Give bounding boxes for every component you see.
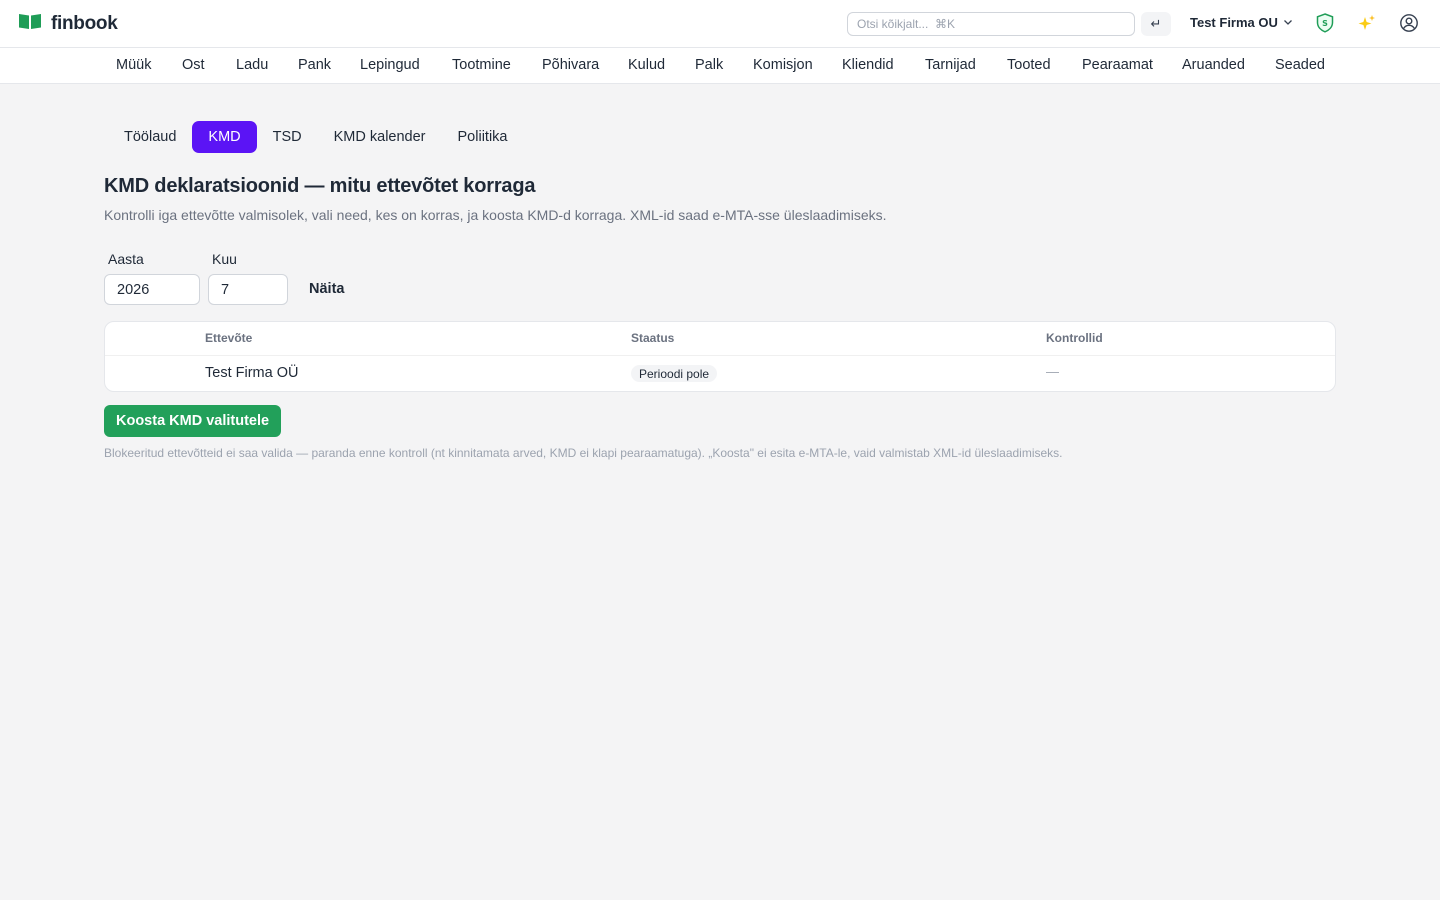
- company-switcher[interactable]: Test Firma OU: [1190, 15, 1293, 30]
- nav-item-kliendid[interactable]: Kliendid: [842, 57, 894, 73]
- nav-item-pearaamat[interactable]: Pearaamat: [1082, 57, 1153, 73]
- enter-key-icon: ↵: [1150, 16, 1162, 32]
- status-badge: Perioodi pole: [631, 365, 718, 382]
- top-bar: finbook ↵ Test Firma OU S: [0, 0, 1440, 48]
- nav-item-ladu[interactable]: Ladu: [236, 57, 268, 73]
- app-name: finbook: [51, 12, 118, 34]
- nav-item-kulud[interactable]: Kulud: [628, 57, 665, 73]
- chevron-down-icon: [1283, 15, 1293, 30]
- search-area: ↵: [847, 12, 1171, 36]
- show-button[interactable]: Näita: [302, 278, 351, 300]
- nav-item-pank[interactable]: Pank: [298, 57, 331, 73]
- year-label: Aasta: [108, 251, 144, 267]
- user-circle-icon[interactable]: [1398, 12, 1420, 34]
- app-logo[interactable]: finbook: [18, 12, 118, 35]
- compose-kmd-button[interactable]: Koosta KMD valitutele: [104, 405, 282, 437]
- column-header-company: Ettevõte: [205, 331, 253, 345]
- nav-item-palk[interactable]: Palk: [695, 57, 723, 73]
- company-name: Test Firma OU: [1190, 15, 1278, 30]
- year-input[interactable]: [104, 274, 200, 305]
- nav-item-tooted[interactable]: Tooted: [1007, 57, 1051, 73]
- page-subtitle: Kontrolli iga ettevõtte valmisolek, vali…: [104, 207, 887, 223]
- tab-toolaud[interactable]: Töölaud: [108, 121, 192, 153]
- tab-kmd-kalender[interactable]: KMD kalender: [318, 121, 442, 153]
- sparkles-icon[interactable]: [1356, 12, 1378, 34]
- companies-table: Ettevõte Staatus Kontrollid Test Firma O…: [104, 321, 1336, 392]
- nav-item-seaded[interactable]: Seaded: [1275, 57, 1325, 73]
- help-note: Blokeeritud ettevõtteid ei saa valida — …: [104, 446, 1063, 460]
- nav-item-tootmine[interactable]: Tootmine: [452, 57, 511, 73]
- search-submit-button[interactable]: ↵: [1141, 12, 1171, 36]
- nav-item-myyk[interactable]: Müük: [116, 57, 151, 73]
- table-divider: [105, 355, 1335, 356]
- page-title: KMD deklaratsioonid — mitu ettevõtet kor…: [104, 175, 536, 197]
- shield-letter: S: [1322, 19, 1328, 28]
- column-header-status: Staatus: [631, 331, 675, 345]
- tab-poliitika[interactable]: Poliitika: [442, 121, 524, 153]
- open-book-icon: [18, 12, 42, 35]
- month-label: Kuu: [212, 251, 237, 267]
- nav-item-aruanded[interactable]: Aruanded: [1182, 57, 1245, 73]
- row-company: Test Firma OÜ: [205, 365, 299, 381]
- nav-item-tarnijad[interactable]: Tarnijad: [925, 57, 976, 73]
- shield-icon[interactable]: S: [1314, 12, 1336, 34]
- tab-tsd[interactable]: TSD: [257, 121, 318, 153]
- nav-item-ost[interactable]: Ost: [182, 57, 205, 73]
- row-checks: —: [1046, 364, 1059, 379]
- column-header-checks: Kontrollid: [1046, 331, 1103, 345]
- nav-item-pohivara[interactable]: Põhivara: [542, 57, 599, 73]
- month-input[interactable]: [208, 274, 288, 305]
- main-nav: Müük Ost Ladu Pank Lepingud Tootmine Põh…: [0, 48, 1440, 84]
- nav-item-komisjon[interactable]: Komisjon: [753, 57, 813, 73]
- search-input[interactable]: [847, 12, 1135, 36]
- nav-item-lepingud[interactable]: Lepingud: [360, 57, 420, 73]
- tab-kmd[interactable]: KMD: [192, 121, 257, 153]
- sub-tabs: Töölaud KMD TSD KMD kalender Poliitika: [108, 121, 523, 153]
